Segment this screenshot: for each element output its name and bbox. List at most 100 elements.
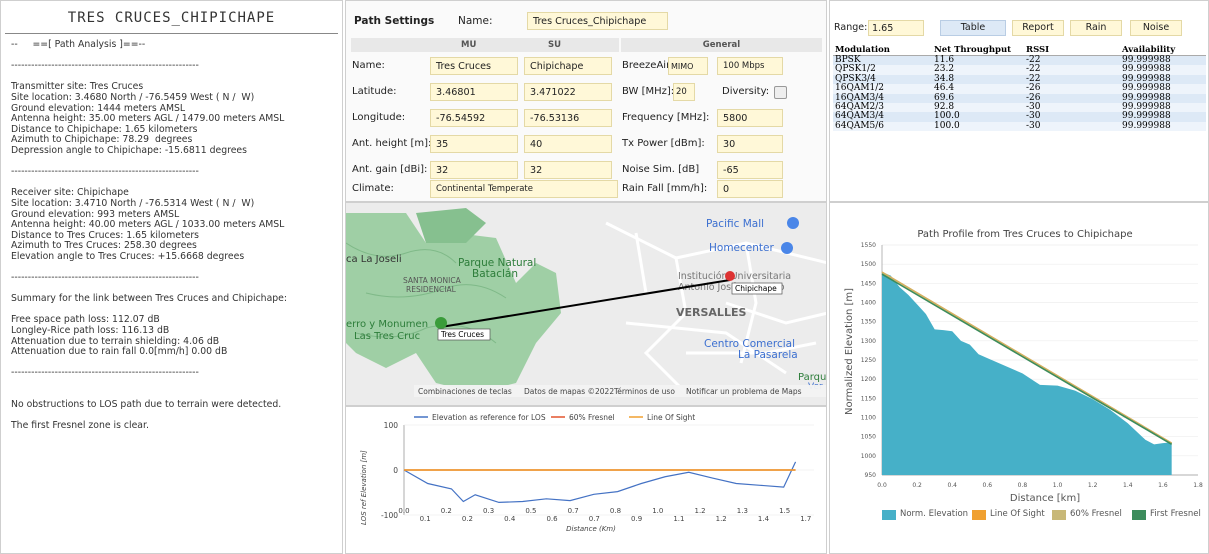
- general-field[interactable]: 5800: [717, 109, 783, 127]
- x-axis-label: Distance (Km): [566, 525, 616, 533]
- map-footer-shortcuts[interactable]: Combinaciones de teclas: [418, 387, 512, 396]
- mu-field[interactable]: Tres Cruces: [430, 57, 518, 75]
- x-tick-label: 1.2: [694, 507, 705, 515]
- path-name-label: Name:: [458, 15, 493, 27]
- mu-field[interactable]: 32: [430, 161, 518, 179]
- mu-field[interactable]: -76.54592: [430, 109, 518, 127]
- general-header: General: [621, 38, 822, 52]
- table-button[interactable]: Table: [940, 20, 1006, 36]
- rain-button[interactable]: Rain: [1070, 20, 1122, 36]
- y-tick-label: 0: [393, 466, 398, 475]
- y-tick-label: 1300: [861, 338, 876, 345]
- map-footer-data: Datos de mapas ©2022: [524, 387, 614, 396]
- y-tick-label: -100: [381, 511, 398, 520]
- su-field[interactable]: 32: [524, 161, 612, 179]
- x-tick-label: 1.1: [673, 515, 684, 523]
- map-poi-icon: [781, 242, 793, 254]
- map-label-bataclan: Bataclán: [472, 268, 518, 280]
- x-tick-label: 1.0: [652, 507, 663, 515]
- profile-chart-panel: Path Profile from Tres Cruces to Chipich…: [829, 202, 1209, 554]
- setting-label: Name:: [352, 60, 385, 71]
- map-label-pacific-mall: Pacific Mall: [706, 218, 764, 230]
- x-tick-label: 0.0: [877, 482, 887, 489]
- y-tick-label: 950: [865, 472, 877, 479]
- path-settings-heading: Path Settings: [354, 15, 435, 27]
- col-rssi: RSSI: [1024, 45, 1120, 56]
- legend-item: Line Of Sight: [990, 509, 1045, 519]
- tres-cruces-marker-icon[interactable]: [435, 317, 447, 329]
- x-tick-label: 1.2: [1088, 482, 1098, 489]
- bw-select[interactable]: 20: [673, 83, 695, 101]
- map-label-la-joseli: ca La Joseli: [346, 254, 402, 265]
- x-tick-label: 1.3: [737, 507, 748, 515]
- legend-item: Norm. Elevation: [900, 509, 968, 519]
- y-tick-label: 1250: [861, 357, 876, 364]
- map-label-la-pasarela: La Pasarela: [738, 349, 798, 361]
- range-input[interactable]: 1.65: [868, 20, 924, 36]
- mu-field[interactable]: 3.46801: [430, 83, 518, 101]
- x-tick-label: 1.8: [1193, 482, 1203, 489]
- chipichape-tag-text: Chipichape: [735, 284, 777, 293]
- y-axis-label: Normalized Elevation [m]: [844, 288, 855, 415]
- general-label: Noise Sim. [dB]: [622, 164, 700, 175]
- analysis-text: -- ==[ Path Analysis ]==-- -------------…: [11, 39, 288, 432]
- x-tick-label: 0.8: [610, 507, 621, 515]
- su-field[interactable]: 40: [524, 135, 612, 153]
- legend-swatch: [882, 510, 896, 520]
- x-tick-label: 0.4: [947, 482, 957, 489]
- legend-item: Line Of Sight: [647, 413, 695, 422]
- map-label-monumento: erro y Monumen: [346, 319, 428, 330]
- chipichape-marker-icon[interactable]: [725, 271, 735, 281]
- su-field[interactable]: 3.471022: [524, 83, 612, 101]
- chart-title: Path Profile from Tres Cruces to Chipich…: [917, 229, 1132, 240]
- map-label-versalles: VERSALLES: [676, 306, 746, 319]
- map-footer-report[interactable]: Notificar un problema de Maps: [686, 387, 802, 396]
- mu-header-label: MU: [461, 40, 477, 50]
- table-row[interactable]: 64QAM5/6 100.0 -30 99.999988: [833, 121, 1206, 132]
- x-tick-label: 1.4: [1123, 482, 1133, 489]
- mu-header: MU SU: [351, 38, 619, 52]
- legend-item: Elevation as reference for LOS: [432, 413, 546, 422]
- x-tick-label: 1.2: [716, 515, 727, 523]
- breezeair-select[interactable]: MIMO: [668, 57, 708, 75]
- map-poi-icon: [787, 217, 799, 229]
- x-tick-label: 0.2: [912, 482, 922, 489]
- y-tick-label: 1100: [861, 415, 876, 422]
- setting-label: Longitude:: [352, 112, 406, 123]
- map-footer-terms[interactable]: Términos de uso: [613, 387, 675, 396]
- general-field[interactable]: 30: [717, 135, 783, 153]
- report-button[interactable]: Report: [1012, 20, 1064, 36]
- path-analysis-panel: TRES CRUCES_CHIPICHAPE -- ==[ Path Analy…: [0, 0, 343, 554]
- path-name-input[interactable]: Tres Cruces_Chipichape: [527, 12, 668, 30]
- legend-item: 60% Fresnel: [1070, 509, 1122, 519]
- diversity-label: Diversity:: [722, 86, 770, 97]
- general-field[interactable]: -65: [717, 161, 783, 179]
- los-chart-panel: Elevation as reference for LOS 60% Fresne…: [345, 406, 827, 554]
- range-panel: Range: 1.65 Table Report Rain Noise Modu…: [829, 0, 1209, 202]
- y-tick-label: 1500: [861, 261, 876, 268]
- series-line-0: [403, 461, 797, 504]
- col-modulation: Modulation: [833, 45, 932, 56]
- su-field[interactable]: -76.53136: [524, 109, 612, 127]
- x-tick-label: 1.6: [1158, 482, 1168, 489]
- x-tick-label: 0.7: [589, 515, 600, 523]
- noise-button[interactable]: Noise: [1130, 20, 1182, 36]
- general-field[interactable]: 0: [717, 180, 783, 198]
- profile-chart: Path Profile from Tres Cruces to Chipich…: [844, 229, 1203, 520]
- diversity-checkbox[interactable]: [774, 86, 787, 99]
- map-canvas[interactable]: Pacific Mall Homecenter ca La Joseli Par…: [346, 203, 827, 406]
- mu-field[interactable]: 35: [430, 135, 518, 153]
- legend-swatch: [1052, 510, 1066, 520]
- legend-item: First Fresnel: [1150, 509, 1201, 519]
- su-field[interactable]: Chipichape: [524, 57, 612, 75]
- climate-select[interactable]: Continental Temperate: [430, 180, 618, 198]
- x-tick-label: 0.6: [983, 482, 993, 489]
- general-label: Tx Power [dBm]:: [622, 138, 705, 149]
- su-header-label: SU: [548, 40, 562, 50]
- map-panel[interactable]: Pacific Mall Homecenter ca La Joseli Par…: [345, 202, 827, 406]
- x-tick-label: 0.8: [1018, 482, 1028, 489]
- throughput-select[interactable]: 100 Mbps: [717, 57, 783, 75]
- map-label-santa-monica: SANTA MONICA: [403, 276, 462, 285]
- path-settings-panel: Path Settings Name: Tres Cruces_Chipicha…: [345, 0, 827, 202]
- modulation-table: Modulation Net Throughput RSSI Availabil…: [833, 45, 1206, 132]
